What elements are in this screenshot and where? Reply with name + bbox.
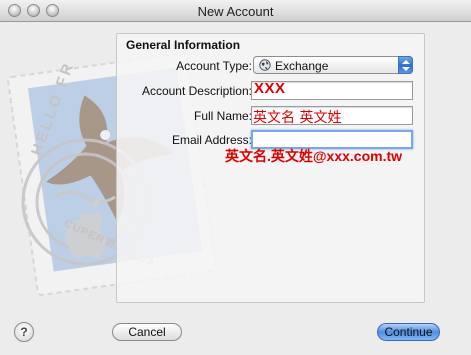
account-description-label: Account Description: bbox=[141, 84, 252, 98]
full-name-field[interactable]: 英文名 英文姓 bbox=[251, 106, 413, 126]
chevron-updown-icon bbox=[398, 56, 413, 74]
help-button[interactable]: ? bbox=[14, 322, 34, 342]
account-description-value: XXX bbox=[254, 80, 286, 97]
continue-button[interactable]: Continue bbox=[377, 323, 440, 341]
account-type-value: Exchange bbox=[275, 59, 329, 73]
account-description-field[interactable]: XXX bbox=[251, 80, 413, 100]
panel-title: General Information bbox=[126, 38, 241, 52]
full-name-value: 英文名 英文姓 bbox=[253, 110, 342, 126]
full-name-label: Full Name: bbox=[193, 109, 252, 123]
account-type-select[interactable]: Exchange bbox=[253, 56, 413, 74]
account-type-label: Account Type: bbox=[176, 59, 252, 73]
cancel-button[interactable]: Cancel bbox=[112, 323, 182, 341]
new-account-window: New Account HELLO FR CUPERTINO, CA Gener… bbox=[0, 0, 471, 355]
general-information-panel: General Information Account Type: Exchan… bbox=[116, 33, 425, 303]
title-bar: New Account bbox=[0, 0, 471, 22]
globe-icon bbox=[259, 59, 271, 71]
email-annotation: 英文名.英文姓@xxx.com.tw bbox=[225, 148, 403, 164]
email-address-label: Email Address: bbox=[171, 133, 252, 147]
window-title: New Account bbox=[197, 4, 274, 19]
